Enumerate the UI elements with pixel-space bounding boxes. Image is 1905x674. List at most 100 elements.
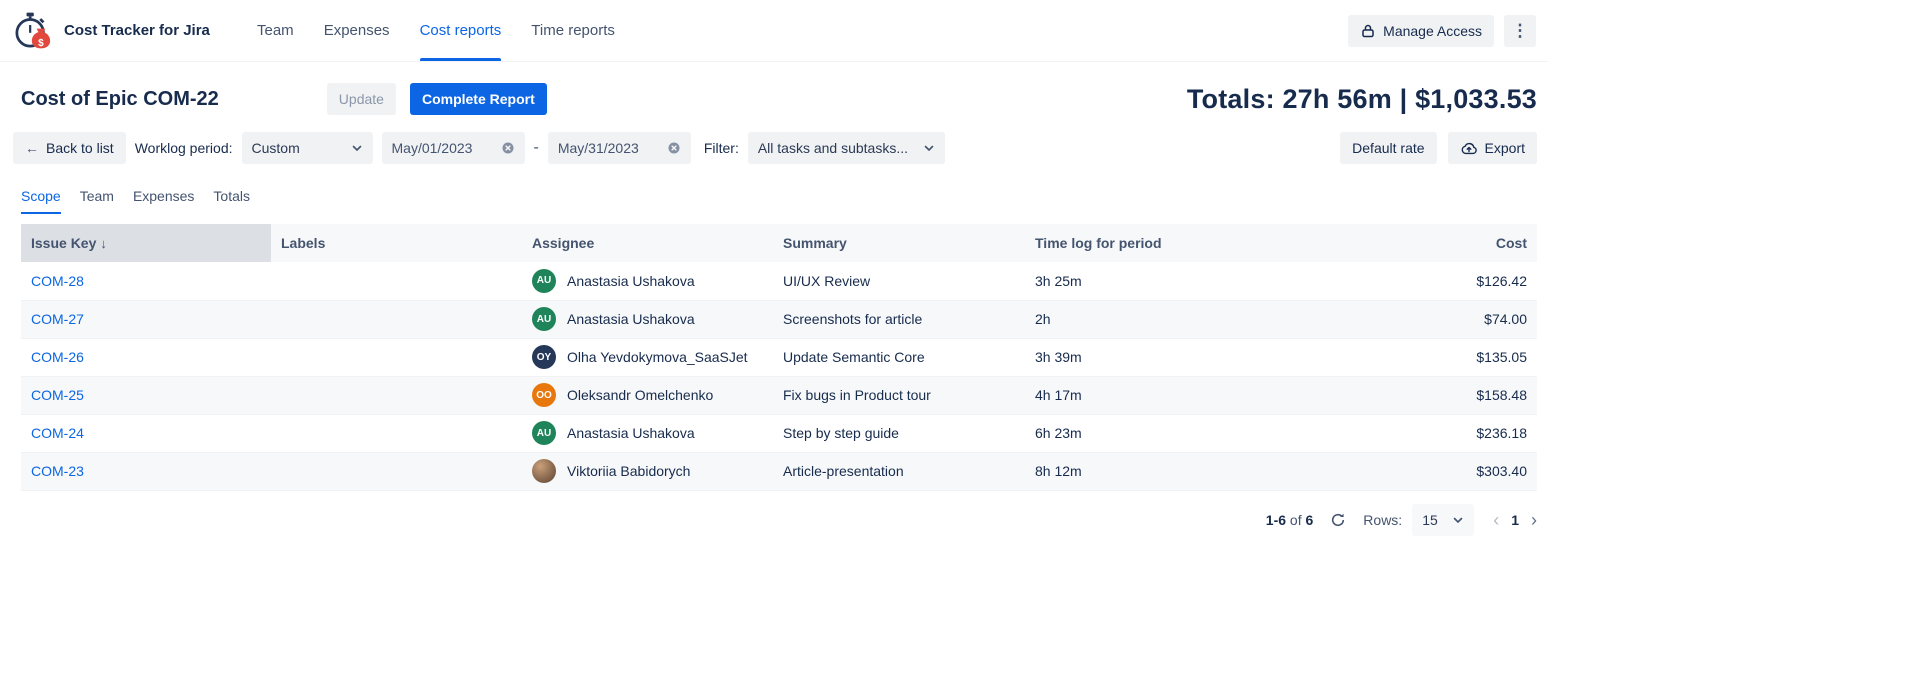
issue-key-link[interactable]: COM-26 bbox=[31, 349, 84, 365]
assignee-name: Anastasia Ushakova bbox=[567, 273, 695, 289]
task-filter-select[interactable]: All tasks and subtasks... bbox=[748, 132, 945, 164]
app-shell: $ Cost Tracker for Jira Team Expenses Co… bbox=[0, 0, 1548, 536]
top-nav-item-label: Expenses bbox=[324, 22, 390, 39]
rows-per-page-select[interactable]: 15 bbox=[1412, 504, 1474, 536]
column-header-time-log[interactable]: Time log for period bbox=[1025, 224, 1275, 262]
back-to-list-button[interactable]: ← Back to list bbox=[13, 132, 126, 164]
export-label: Export bbox=[1485, 140, 1525, 156]
table-header: Issue Key↓ Labels Assignee Summary Time … bbox=[21, 224, 1537, 262]
report-title-row: Cost of Epic COM-22 Update Complete Repo… bbox=[21, 83, 1537, 115]
table-row[interactable]: COM-25 OO Oleksandr Omelchenko Fix bugs … bbox=[21, 376, 1537, 414]
summary-cell: UI/UX Review bbox=[773, 262, 1025, 300]
time-log-cell: 4h 17m bbox=[1025, 376, 1275, 414]
page-title: Cost of Epic COM-22 bbox=[21, 88, 219, 111]
vertical-ellipsis-icon: ⋮ bbox=[1512, 21, 1529, 41]
assignee-name: Olha Yevdokymova_SaaSJet bbox=[567, 349, 748, 365]
assignee-avatar: AU bbox=[532, 269, 556, 293]
clear-date-from-icon[interactable] bbox=[501, 141, 515, 155]
assignee-avatar: OY bbox=[532, 345, 556, 369]
labels-cell bbox=[271, 376, 522, 414]
export-button[interactable]: Export bbox=[1448, 132, 1537, 164]
top-nav-item-time-reports[interactable]: Time reports bbox=[516, 0, 630, 61]
time-log-cell: 3h 25m bbox=[1025, 262, 1275, 300]
summary-cell: Update Semantic Core bbox=[773, 338, 1025, 376]
worklog-period-label: Worklog period: bbox=[135, 140, 233, 156]
cost-report-table: Issue Key↓ Labels Assignee Summary Time … bbox=[21, 224, 1537, 491]
date-to-value: May/31/2023 bbox=[558, 140, 639, 156]
issue-key-link[interactable]: COM-23 bbox=[31, 463, 84, 479]
top-nav-item-team[interactable]: Team bbox=[242, 0, 309, 61]
current-page-number[interactable]: 1 bbox=[1511, 512, 1519, 528]
subtab-expenses[interactable]: Expenses bbox=[133, 188, 194, 214]
assignee-name: Oleksandr Omelchenko bbox=[567, 387, 713, 403]
pager: ‹ 1 › bbox=[1493, 511, 1537, 529]
refresh-button[interactable] bbox=[1328, 510, 1348, 530]
summary-cell: Screenshots for article bbox=[773, 300, 1025, 338]
manage-access-button[interactable]: Manage Access bbox=[1348, 15, 1494, 47]
chevron-down-icon bbox=[1452, 514, 1464, 526]
cost-cell: $135.05 bbox=[1275, 338, 1537, 376]
table-row[interactable]: COM-27 AU Anastasia Ushakova Screenshots… bbox=[21, 300, 1537, 338]
rows-per-page-group: Rows: 15 bbox=[1363, 504, 1474, 536]
table-row[interactable]: COM-26 OY Olha Yevdokymova_SaaSJet Updat… bbox=[21, 338, 1537, 376]
app-header: $ Cost Tracker for Jira Team Expenses Co… bbox=[0, 0, 1548, 62]
chevron-down-icon bbox=[923, 142, 935, 154]
top-nav-item-cost-reports[interactable]: Cost reports bbox=[405, 0, 517, 61]
report-actions: Update Complete Report bbox=[327, 83, 547, 115]
table-footer: 1-6 of 6 Rows: 15 ‹ 1 › bbox=[21, 504, 1537, 536]
subtab-scope[interactable]: Scope bbox=[21, 188, 61, 214]
clear-date-to-icon[interactable] bbox=[667, 141, 681, 155]
issue-key-link[interactable]: COM-25 bbox=[31, 387, 84, 403]
column-header-summary[interactable]: Summary bbox=[773, 224, 1025, 262]
date-to-input[interactable]: May/31/2023 bbox=[548, 132, 691, 164]
next-page-icon[interactable]: › bbox=[1531, 511, 1537, 529]
column-header-cost[interactable]: Cost bbox=[1275, 224, 1537, 262]
more-options-button[interactable]: ⋮ bbox=[1504, 15, 1536, 47]
assignee-avatar: OO bbox=[532, 383, 556, 407]
update-button[interactable]: Update bbox=[327, 83, 396, 115]
chevron-down-icon bbox=[351, 142, 363, 154]
complete-report-button[interactable]: Complete Report bbox=[410, 83, 547, 115]
back-arrow-icon: ← bbox=[25, 140, 39, 156]
date-from-input[interactable]: May/01/2023 bbox=[382, 132, 525, 164]
cost-cell: $126.42 bbox=[1275, 262, 1537, 300]
cost-cell: $158.48 bbox=[1275, 376, 1537, 414]
worklog-period-select[interactable]: Custom bbox=[242, 132, 373, 164]
table-row[interactable]: COM-23 Viktoriia Babidorych Article-pres… bbox=[21, 452, 1537, 490]
cost-cell: $236.18 bbox=[1275, 414, 1537, 452]
time-log-cell: 6h 23m bbox=[1025, 414, 1275, 452]
table-row[interactable]: COM-28 AU Anastasia Ushakova UI/UX Revie… bbox=[21, 262, 1537, 300]
top-nav-item-label: Cost reports bbox=[420, 22, 502, 39]
top-nav-item-expenses[interactable]: Expenses bbox=[309, 0, 405, 61]
column-header-labels[interactable]: Labels bbox=[271, 224, 522, 262]
date-range-separator: - bbox=[534, 139, 539, 157]
cost-cell: $74.00 bbox=[1275, 300, 1537, 338]
column-header-issue-key[interactable]: Issue Key↓ bbox=[21, 224, 271, 262]
time-log-cell: 2h bbox=[1025, 300, 1275, 338]
assignee-avatar bbox=[532, 459, 556, 483]
filter-label: Filter: bbox=[704, 140, 739, 156]
labels-cell bbox=[271, 262, 522, 300]
filter-toolbar: ← Back to list Worklog period: Custom Ma… bbox=[13, 132, 1537, 164]
subtab-team[interactable]: Team bbox=[80, 188, 114, 214]
issue-key-link[interactable]: COM-27 bbox=[31, 311, 84, 327]
default-rate-button[interactable]: Default rate bbox=[1340, 132, 1436, 164]
date-from-value: May/01/2023 bbox=[392, 140, 473, 156]
app-logo-icon: $ bbox=[10, 9, 54, 53]
worklog-period-value: Custom bbox=[252, 140, 300, 156]
back-to-list-label: Back to list bbox=[46, 140, 114, 156]
previous-page-icon[interactable]: ‹ bbox=[1493, 511, 1499, 529]
row-range-text: 1-6 of 6 bbox=[1266, 512, 1314, 528]
issue-key-link[interactable]: COM-24 bbox=[31, 425, 84, 441]
assignee-name: Anastasia Ushakova bbox=[567, 311, 695, 327]
labels-cell bbox=[271, 452, 522, 490]
svg-text:$: $ bbox=[38, 38, 44, 49]
column-header-assignee[interactable]: Assignee bbox=[522, 224, 773, 262]
assignee-avatar: AU bbox=[532, 307, 556, 331]
subtab-totals[interactable]: Totals bbox=[213, 188, 250, 214]
cloud-export-icon bbox=[1460, 141, 1478, 156]
assignee-name: Viktoriia Babidorych bbox=[567, 463, 690, 479]
labels-cell bbox=[271, 300, 522, 338]
issue-key-link[interactable]: COM-28 bbox=[31, 273, 84, 289]
table-row[interactable]: COM-24 AU Anastasia Ushakova Step by ste… bbox=[21, 414, 1537, 452]
